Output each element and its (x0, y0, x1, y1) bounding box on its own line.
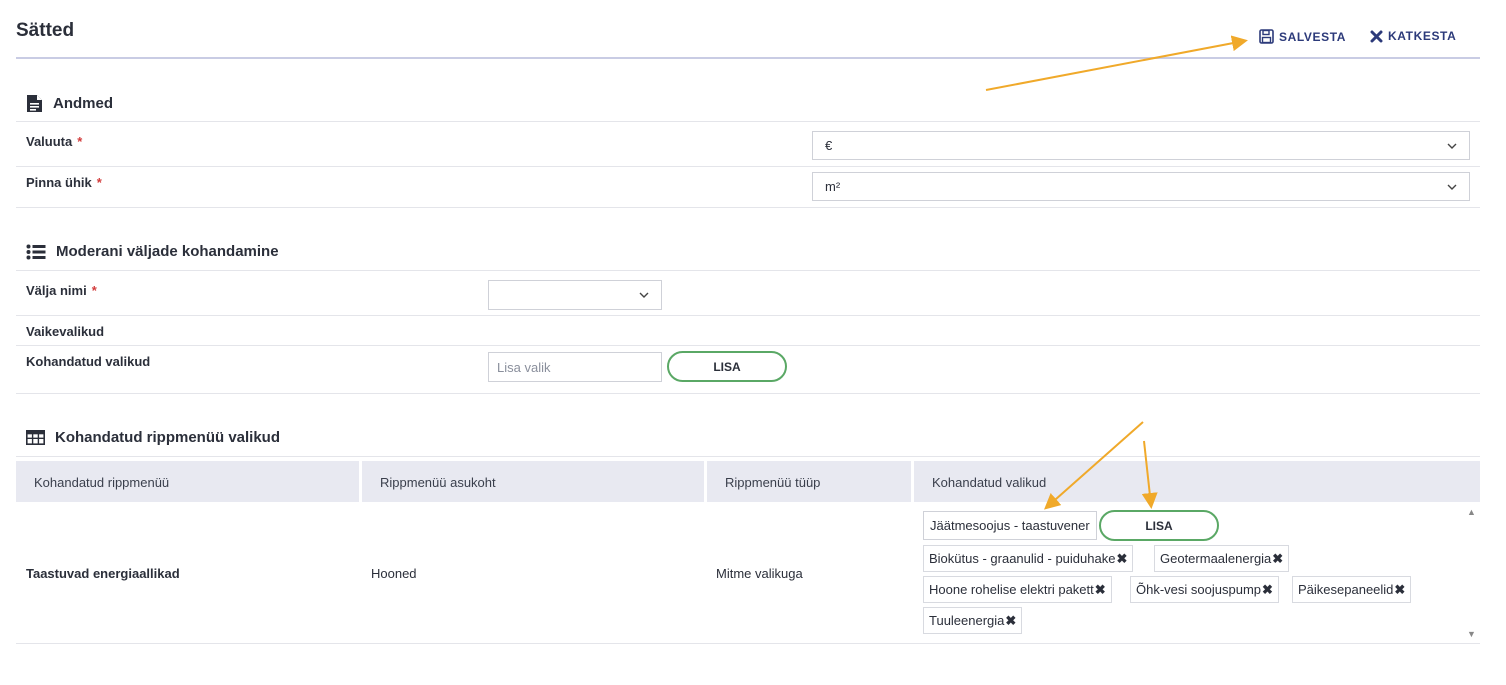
divider (16, 315, 1480, 316)
remove-x-icon[interactable]: ✖ (1394, 582, 1405, 598)
save-label: SALVESTA (1279, 29, 1347, 44)
column-header[interactable]: Rippmenüü tüüp (725, 475, 820, 490)
column-header[interactable]: Kohandatud valikud (932, 475, 1046, 490)
option-tag-label: Geotermaalenergia (1160, 551, 1272, 566)
table-icon (26, 430, 45, 445)
column-separator (911, 461, 914, 502)
row-dropdown-location: Hooned (371, 566, 417, 581)
option-tag-label: Õhk-vesi soojuspump (1136, 582, 1261, 597)
field-name-select[interactable] (488, 280, 662, 310)
divider (16, 207, 1480, 208)
area-unit-value: m² (825, 179, 841, 194)
custom-options-label: Kohandatud valikud (26, 354, 151, 369)
chevron-down-icon (639, 292, 649, 298)
column-header[interactable]: Rippmenüü asukoht (380, 475, 496, 490)
remove-x-icon[interactable]: ✖ (1095, 582, 1106, 598)
required-mark: * (96, 175, 102, 190)
divider (16, 643, 1480, 644)
section-moderan-label: Moderani väljade kohandamine (56, 243, 279, 260)
currency-label-text: Valuuta (26, 134, 73, 149)
close-icon (1370, 30, 1383, 43)
area-unit-select[interactable]: m² (812, 172, 1470, 201)
divider (16, 345, 1480, 346)
divider (16, 270, 1480, 271)
section-moderan-title: Moderani väljade kohandamine (26, 243, 279, 260)
file-text-icon (26, 94, 43, 113)
annotation-arrows (985, 35, 1248, 510)
option-tag: Tuuleenergia ✖ (923, 607, 1023, 634)
option-tag: Geotermaalenergia ✖ (1154, 545, 1290, 572)
save-button[interactable]: SALVESTA (1259, 29, 1346, 44)
cancel-button[interactable]: KATKESTA (1370, 29, 1456, 43)
floppy-disk-icon (1259, 29, 1274, 44)
annotation-arrow (985, 35, 1248, 91)
option-tag-label: Päikesepaneelid (1298, 582, 1394, 597)
section-dropdowns-label: Kohandatud rippmenüü valikud (55, 429, 281, 446)
chevron-down-icon (1447, 143, 1457, 149)
scroll-down-arrow[interactable]: ▼ (1467, 629, 1476, 639)
option-tag: Biokütus - graanulid - puiduhake ✖ (923, 545, 1134, 572)
divider (16, 393, 1480, 394)
list-icon (26, 244, 46, 260)
required-mark: * (77, 134, 83, 149)
option-tag: Hoone rohelise elektri pakett ✖ (923, 576, 1112, 603)
page-title: Sätted (16, 20, 75, 41)
scroll-up-arrow[interactable]: ▲ (1467, 507, 1476, 517)
currency-label: Valuuta * (26, 134, 82, 149)
divider (16, 166, 1480, 167)
column-separator (704, 461, 707, 502)
column-separator (359, 461, 362, 502)
option-tag-label: Hoone rohelise elektri pakett (929, 582, 1094, 597)
field-name-label: Välja nimi * (26, 283, 97, 298)
area-unit-label: Pinna ühik * (26, 175, 102, 190)
currency-value: € (825, 138, 833, 153)
cancel-label: KATKESTA (1388, 29, 1457, 43)
row-add-option-button[interactable]: LISA (1099, 510, 1219, 541)
row-add-option-input[interactable] (923, 511, 1097, 540)
section-andmed-title: Andmed (26, 94, 113, 113)
currency-select[interactable]: € (812, 131, 1470, 160)
section-andmed-label: Andmed (53, 95, 113, 112)
chevron-down-icon (1447, 184, 1457, 190)
section-dropdowns-title: Kohandatud rippmenüü valikud (26, 429, 280, 446)
area-unit-label-text: Pinna ühik (26, 175, 92, 190)
add-option-button[interactable]: LISA (667, 351, 787, 382)
remove-x-icon[interactable]: ✖ (1116, 551, 1127, 567)
option-tag-label: Biokütus - graanulid - puiduhake (929, 551, 1116, 566)
remove-x-icon[interactable]: ✖ (1005, 613, 1016, 629)
field-name-label-text: Välja nimi (26, 283, 87, 298)
divider (16, 456, 1480, 457)
divider (16, 121, 1480, 122)
option-tag: Õhk-vesi soojuspump ✖ (1130, 576, 1279, 603)
add-option-input[interactable] (488, 352, 662, 382)
column-header[interactable]: Kohandatud rippmenüü (34, 475, 169, 490)
required-mark: * (91, 283, 97, 298)
option-tag-label: Tuuleenergia (929, 613, 1005, 628)
default-options-label: Vaikevalikud (26, 324, 105, 339)
remove-x-icon[interactable]: ✖ (1262, 582, 1273, 598)
row-dropdown-name: Taastuvad energiaallikad (26, 566, 180, 581)
remove-x-icon[interactable]: ✖ (1272, 551, 1283, 567)
row-dropdown-type: Mitme valikuga (716, 566, 803, 581)
title-divider (16, 57, 1480, 59)
option-tag: Päikesepaneelid ✖ (1292, 576, 1412, 603)
